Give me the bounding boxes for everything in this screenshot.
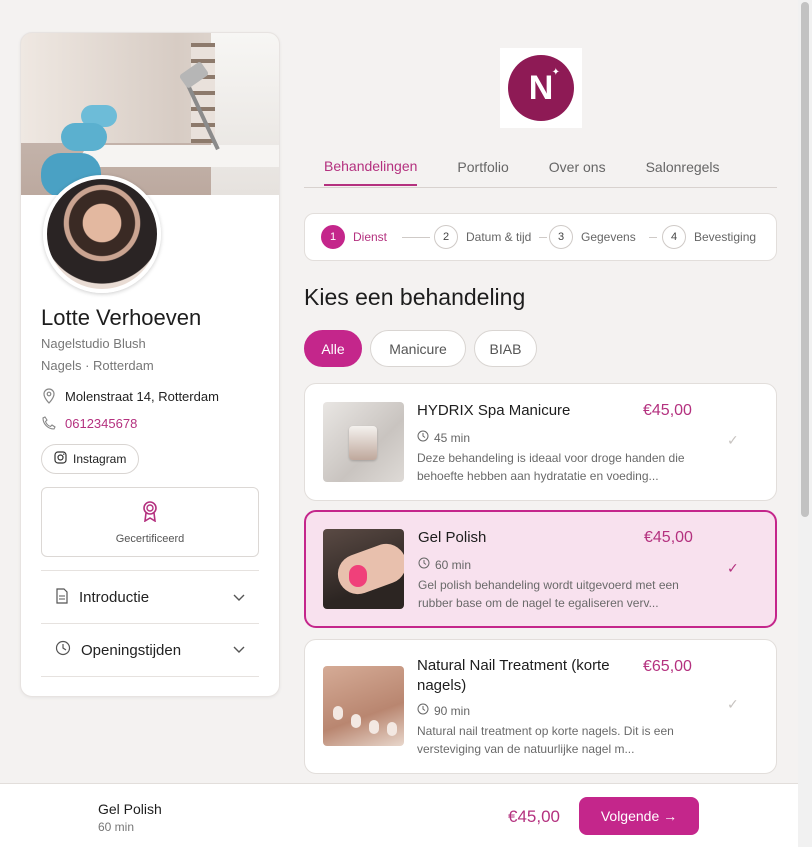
instagram-button[interactable]: Instagram <box>41 444 140 474</box>
address-row: Molenstraat 14, Rotterdam <box>41 388 219 404</box>
profile-meta: Nagels · Rotterdam <box>41 358 154 373</box>
step-divider <box>539 237 547 238</box>
service-duration: 90 min <box>417 703 470 718</box>
avatar <box>43 175 161 293</box>
service-title: Natural Nail Treatment (korte nagels) <box>417 657 610 694</box>
service-price: €65,00 <box>643 658 692 675</box>
filter-chip-alle[interactable]: Alle <box>304 330 362 367</box>
service-card-natural-nail[interactable]: Natural Nail Treatment (korte nagels) €6… <box>304 639 777 774</box>
step-gegevens: 3 Gegevens <box>549 225 636 249</box>
filter-chip-biab[interactable]: BIAB <box>474 330 537 367</box>
nav-tabs: Behandelingen Portfolio Over ons Salonre… <box>304 148 777 188</box>
service-title: HYDRIX Spa Manicure <box>417 402 571 419</box>
studio-name: Nagelstudio Blush <box>41 336 146 351</box>
accordion-label: Introductie <box>79 589 150 606</box>
logo-letter: N <box>528 68 554 107</box>
accordion-openingstijden[interactable]: Openingstijden <box>41 623 259 677</box>
profile-card: Lotte Verhoeven Nagelstudio Blush Nagels… <box>20 32 280 697</box>
filter-chip-manicure[interactable]: Manicure <box>370 330 466 367</box>
selected-service-price: €45,00 <box>508 807 560 826</box>
clock-icon <box>418 557 430 572</box>
phone-icon <box>41 415 57 431</box>
phone-link[interactable]: 0612345678 <box>65 416 137 431</box>
duration-text: 45 min <box>434 430 471 445</box>
tab-behandelingen[interactable]: Behandelingen <box>324 148 418 186</box>
tab-over-ons[interactable]: Over ons <box>549 148 606 186</box>
salon-cover-photo <box>21 33 279 195</box>
duration-text: 60 min <box>435 557 472 572</box>
step-label: Datum & tijd <box>466 230 532 244</box>
step-label: Gegevens <box>581 230 636 244</box>
document-icon <box>55 587 69 608</box>
service-price: €45,00 <box>644 529 693 546</box>
service-thumbnail <box>323 402 404 482</box>
page-title: Kies een behandeling <box>304 284 526 310</box>
step-datum-tijd: 2 Datum & tijd <box>434 225 531 249</box>
booking-stepper: 1 Dienst 2 Datum & tijd 3 Gegevens 4 Bev… <box>304 213 777 261</box>
step-number: 2 <box>434 225 458 249</box>
scrollbar-thumb[interactable] <box>801 2 809 517</box>
certified-label: Gecertificeerd <box>115 532 185 545</box>
chevron-down-icon <box>233 591 245 605</box>
selected-service-name: Gel Polish <box>98 801 162 817</box>
service-thumbnail <box>323 666 404 746</box>
next-button[interactable]: Volgende → <box>579 797 699 835</box>
service-price: €45,00 <box>643 402 692 419</box>
sparkle-icon: ✦ <box>551 67 560 78</box>
step-label: Bevestiging <box>694 230 757 244</box>
tab-portfolio[interactable]: Portfolio <box>457 148 508 186</box>
service-thumbnail <box>323 529 404 609</box>
clock-icon <box>55 640 71 660</box>
award-icon <box>141 500 159 527</box>
service-duration: 45 min <box>417 430 470 445</box>
step-label: Dienst <box>353 230 388 244</box>
check-icon: ✓ <box>727 432 739 448</box>
service-description: Natural nail treatment op korte nagels. … <box>417 724 674 756</box>
booking-footer: Gel Polish 60 min €45,00 Volgende → <box>0 783 798 847</box>
step-number: 4 <box>662 225 686 249</box>
accordion-label: Openingstijden <box>81 641 182 659</box>
selected-service-duration: 60 min <box>98 820 135 834</box>
clock-icon <box>417 703 429 718</box>
phone-row[interactable]: 0612345678 <box>41 415 137 431</box>
service-description: Gel polish behandeling wordt uitgevoerd … <box>418 578 679 610</box>
step-divider <box>402 237 430 238</box>
clock-icon <box>417 430 429 445</box>
service-card-gel-polish[interactable]: Gel Polish €45,00 60 min Gel polish beha… <box>304 510 777 628</box>
instagram-icon <box>54 451 67 467</box>
step-dienst: 1 Dienst <box>321 225 387 249</box>
step-bevestiging: 4 Bevestiging <box>662 225 756 249</box>
location-pin-icon <box>41 388 57 404</box>
step-number: 3 <box>549 225 573 249</box>
salon-logo: N ✦ <box>500 48 582 128</box>
profile-name: Lotte Verhoeven <box>41 305 202 330</box>
check-icon: ✓ <box>727 560 739 576</box>
service-duration: 60 min <box>418 557 471 572</box>
step-number: 1 <box>321 225 345 249</box>
service-title: Gel Polish <box>418 529 487 546</box>
duration-text: 90 min <box>434 703 471 718</box>
tab-salonregels[interactable]: Salonregels <box>646 148 720 186</box>
instagram-label: Instagram <box>73 452 127 466</box>
step-divider <box>649 237 657 238</box>
chevron-down-icon <box>233 643 245 657</box>
accordion-introductie[interactable]: Introductie <box>41 570 259 624</box>
logo-mark: N ✦ <box>508 55 574 121</box>
address-text: Molenstraat 14, Rotterdam <box>65 388 219 404</box>
check-icon: ✓ <box>727 696 739 712</box>
service-description: Deze behandeling is ideaal voor droge ha… <box>417 451 685 483</box>
service-card-hydrix[interactable]: HYDRIX Spa Manicure €45,00 45 min Deze b… <box>304 383 777 501</box>
certified-badge: Gecertificeerd <box>41 487 259 557</box>
